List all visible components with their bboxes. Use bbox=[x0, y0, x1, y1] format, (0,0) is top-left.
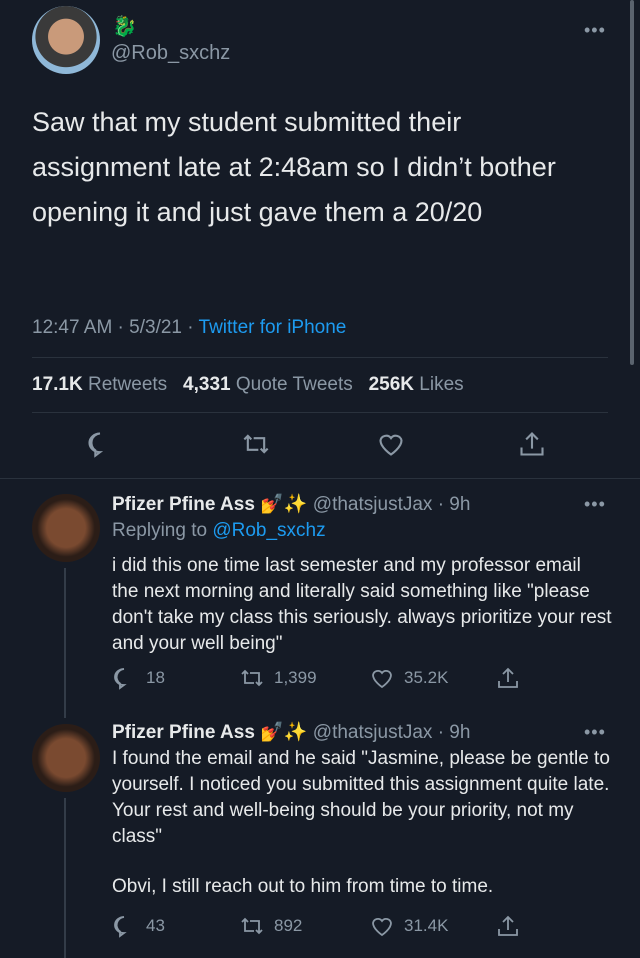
tweet-stats: 17.1K Retweets 4,331 Quote Tweets 256K L… bbox=[32, 374, 464, 396]
reply-text: I found the email and he said "Jasmine, … bbox=[112, 748, 610, 847]
share-icon[interactable] bbox=[496, 914, 520, 938]
reply-icon bbox=[114, 916, 127, 938]
author-avatar[interactable] bbox=[32, 6, 100, 74]
nail-sparkles-emoji: 💅✨ bbox=[260, 722, 308, 743]
likes-label: Likes bbox=[419, 374, 464, 395]
reply-action-like[interactable]: 31.4K bbox=[370, 914, 448, 938]
replying-label: Replying to bbox=[112, 520, 213, 541]
quotes-count: 4,331 bbox=[183, 374, 231, 395]
stat-quotes[interactable]: 4,331 Quote Tweets bbox=[183, 374, 353, 395]
nail-sparkles-emoji: 💅✨ bbox=[260, 494, 308, 515]
like-count: 35.2K bbox=[404, 668, 449, 687]
reply-action-reply[interactable]: 43 bbox=[112, 914, 165, 938]
retweet-count: 1,399 bbox=[274, 668, 317, 687]
quotes-label: Quote Tweets bbox=[235, 374, 353, 395]
reply-handle-time[interactable]: @thatsjustJax · 9h bbox=[313, 722, 471, 743]
tweet-timestamp: 12:47 AM · 5/3/21 · bbox=[32, 317, 199, 338]
tweet-meta: 12:47 AM · 5/3/21 · Twitter for iPhone bbox=[32, 317, 346, 339]
reply-display-name[interactable]: Pfizer Pfine Ass bbox=[112, 494, 255, 515]
reply-action-retweet[interactable]: 892 bbox=[240, 914, 302, 938]
more-options-icon[interactable]: ••• bbox=[584, 494, 606, 515]
retweets-count: 17.1K bbox=[32, 374, 83, 395]
replying-to: Replying to @Rob_sxchz bbox=[112, 520, 326, 542]
reply-icon[interactable] bbox=[86, 430, 114, 458]
reply-avatar[interactable] bbox=[32, 494, 100, 562]
retweet-count: 892 bbox=[274, 916, 303, 935]
dragon-emoji-icon: 🐉 bbox=[112, 16, 137, 38]
author-handle[interactable]: @Rob_sxchz bbox=[111, 42, 230, 65]
reply-action-retweet[interactable]: 1,399 bbox=[240, 666, 317, 690]
reply-icon bbox=[114, 668, 127, 690]
reply-display-name[interactable]: Pfizer Pfine Ass bbox=[112, 722, 255, 743]
divider bbox=[0, 478, 640, 479]
replying-to-link[interactable]: @Rob_sxchz bbox=[212, 520, 325, 541]
retweets-label: Retweets bbox=[87, 374, 168, 395]
share-icon[interactable] bbox=[496, 666, 520, 690]
like-icon[interactable] bbox=[377, 430, 405, 458]
more-options-icon[interactable]: ••• bbox=[584, 722, 606, 743]
stat-likes[interactable]: 256K Likes bbox=[369, 374, 464, 395]
retweet-icon bbox=[241, 917, 263, 935]
scrollbar[interactable] bbox=[630, 0, 634, 365]
reply-text: i did this one time last semester and my… bbox=[112, 555, 612, 654]
reply-action-like[interactable]: 35.2K bbox=[370, 666, 448, 690]
reply-header: Pfizer Pfine Ass 💅✨ @thatsjustJax · 9h bbox=[112, 720, 470, 744]
retweet-icon[interactable] bbox=[242, 430, 270, 458]
reply-header: Pfizer Pfine Ass 💅✨ @thatsjustJax · 9h bbox=[112, 492, 470, 516]
reply-text-2: Obvi, I still reach out to him from time… bbox=[112, 876, 494, 897]
likes-count: 256K bbox=[368, 374, 415, 395]
stat-retweets[interactable]: 17.1K Retweets bbox=[32, 374, 167, 395]
thread-line bbox=[64, 798, 66, 958]
more-options-icon[interactable]: ••• bbox=[584, 20, 606, 41]
reply-count: 18 bbox=[146, 668, 165, 687]
divider bbox=[32, 357, 608, 358]
like-icon bbox=[372, 918, 392, 937]
tweet-text: Saw that my student submitted their assi… bbox=[32, 107, 556, 227]
like-count: 31.4K bbox=[404, 916, 449, 935]
reply-action-reply[interactable]: 18 bbox=[112, 666, 165, 690]
divider bbox=[32, 412, 608, 413]
retweet-icon bbox=[241, 669, 263, 687]
thread-line bbox=[64, 568, 66, 718]
like-icon bbox=[372, 670, 392, 689]
reply-handle-time[interactable]: @thatsjustJax · 9h bbox=[313, 494, 471, 515]
reply-avatar[interactable] bbox=[32, 724, 100, 792]
reply-count: 43 bbox=[146, 916, 165, 935]
tweet-source[interactable]: Twitter for iPhone bbox=[199, 317, 347, 338]
share-icon[interactable] bbox=[518, 430, 546, 458]
